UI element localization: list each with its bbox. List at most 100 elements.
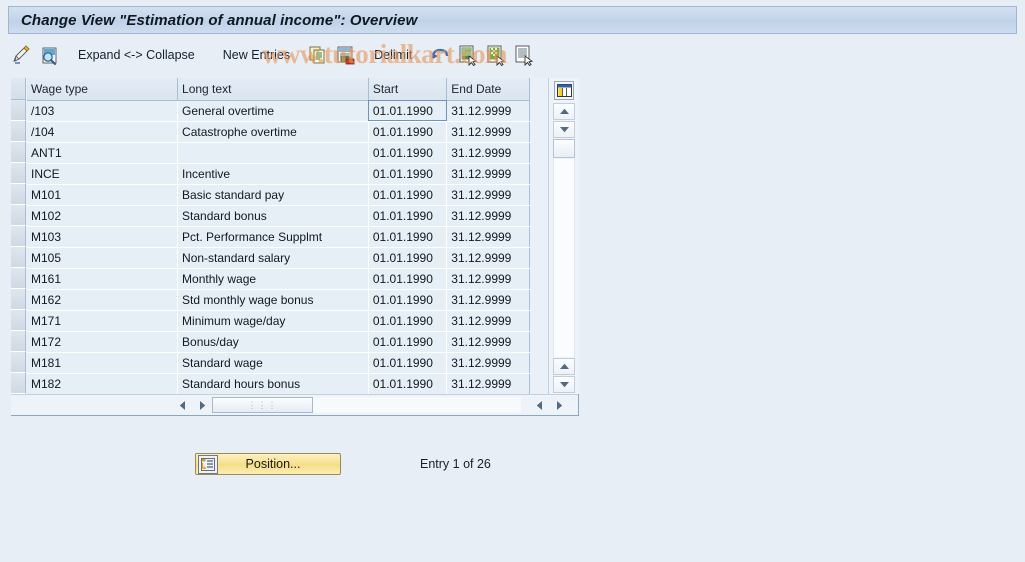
- cell-long-text[interactable]: Bonus/day: [177, 331, 369, 353]
- table-row[interactable]: /103 General overtime 01.01.1990 31.12.9999: [27, 100, 530, 122]
- column-header-end-date[interactable]: End Date: [446, 78, 530, 101]
- cell-start-date[interactable]: 01.01.1990: [368, 268, 448, 290]
- cell-end-date[interactable]: 31.12.9999: [446, 226, 530, 248]
- other-entry-icon[interactable]: [513, 44, 535, 66]
- cell-end-date[interactable]: 31.12.9999: [446, 289, 530, 311]
- vertical-scroll-track[interactable]: [553, 159, 575, 357]
- table-row[interactable]: M181 Standard wage 01.01.1990 31.12.9999: [27, 352, 530, 374]
- cell-start-date[interactable]: 01.01.1990: [368, 331, 448, 353]
- cell-end-date[interactable]: 31.12.9999: [446, 331, 530, 353]
- row-select-button[interactable]: [11, 310, 26, 331]
- cell-end-date[interactable]: 31.12.9999: [446, 121, 530, 143]
- cell-wage-type[interactable]: M171: [27, 310, 179, 332]
- horizontal-scroll-thumb[interactable]: ⋮⋮⋮: [212, 397, 313, 413]
- row-select-button[interactable]: [11, 268, 26, 289]
- column-header-long-text[interactable]: Long text: [177, 78, 369, 101]
- scroll-left-button[interactable]: [174, 396, 190, 415]
- cell-end-date[interactable]: 31.12.9999: [446, 373, 530, 395]
- row-select-button[interactable]: [11, 184, 26, 205]
- cell-wage-type[interactable]: M162: [27, 289, 179, 311]
- cell-wage-type[interactable]: M102: [27, 205, 179, 227]
- cell-end-date[interactable]: 31.12.9999: [446, 352, 530, 374]
- undo-icon[interactable]: [429, 44, 451, 66]
- row-select-button[interactable]: [11, 121, 26, 142]
- cell-start-date[interactable]: 01.01.1990: [368, 352, 448, 374]
- cell-start-date[interactable]: 01.01.1990: [368, 373, 448, 395]
- scroll-right-button[interactable]: [194, 396, 210, 415]
- cell-long-text[interactable]: Monthly wage: [177, 268, 369, 290]
- cell-long-text[interactable]: Standard hours bonus: [177, 373, 369, 395]
- horizontal-scroll-track[interactable]: [313, 397, 521, 413]
- cell-end-date[interactable]: 31.12.9999: [446, 268, 530, 290]
- delimit-button[interactable]: Delimit: [368, 48, 418, 62]
- cell-start-date[interactable]: 01.01.1990: [368, 310, 448, 332]
- table-row[interactable]: ANT1 01.01.1990 31.12.9999: [27, 142, 530, 164]
- row-select-button[interactable]: [11, 163, 26, 184]
- table-row[interactable]: M182 Standard hours bonus 01.01.1990 31.12.…: [27, 373, 530, 395]
- row-select-button[interactable]: [11, 352, 26, 373]
- cell-end-date[interactable]: 31.12.9999: [446, 205, 530, 227]
- cell-long-text[interactable]: Non-standard salary: [177, 247, 369, 269]
- row-select-button[interactable]: [11, 247, 26, 268]
- row-select-button[interactable]: [11, 142, 26, 163]
- cell-start-date[interactable]: 01.01.1990: [368, 100, 448, 122]
- row-select-button[interactable]: [11, 100, 26, 121]
- table-vertical-scrollbar[interactable]: [548, 78, 579, 394]
- cell-long-text[interactable]: Incentive: [177, 163, 369, 185]
- cell-wage-type[interactable]: M172: [27, 331, 179, 353]
- cell-wage-type[interactable]: M161: [27, 268, 179, 290]
- display-details-magnifier-icon[interactable]: [39, 44, 61, 66]
- cell-long-text[interactable]: Catastrophe overtime: [177, 121, 369, 143]
- select-all-button[interactable]: [11, 78, 26, 100]
- table-row[interactable]: M101 Basic standard pay 01.01.1990 31.12.99…: [27, 184, 530, 206]
- cell-start-date[interactable]: 01.01.1990: [368, 247, 448, 269]
- cell-long-text[interactable]: Minimum wage/day: [177, 310, 369, 332]
- cell-end-date[interactable]: 31.12.9999: [446, 310, 530, 332]
- cell-wage-type[interactable]: M181: [27, 352, 179, 374]
- cell-long-text[interactable]: Standard wage: [177, 352, 369, 374]
- cell-wage-type[interactable]: M101: [27, 184, 179, 206]
- scroll-page-up-button[interactable]: [553, 358, 575, 375]
- table-row[interactable]: M102 Standard bonus 01.01.1990 31.12.9999: [27, 205, 530, 227]
- new-entries-button[interactable]: New Entries: [217, 48, 296, 62]
- table-row[interactable]: M172 Bonus/day 01.01.1990 31.12.9999: [27, 331, 530, 353]
- cell-end-date[interactable]: 31.12.9999: [446, 163, 530, 185]
- table-row[interactable]: M162 Std monthly wage bonus 01.01.1990 31.1…: [27, 289, 530, 311]
- cell-end-date[interactable]: 31.12.9999: [446, 100, 530, 122]
- cell-long-text[interactable]: Std monthly wage bonus: [177, 289, 369, 311]
- table-row[interactable]: M103 Pct. Performance Supplmt 01.01.1990 31…: [27, 226, 530, 248]
- row-select-button[interactable]: [11, 205, 26, 226]
- cell-long-text[interactable]: Pct. Performance Supplmt: [177, 226, 369, 248]
- table-row[interactable]: /104 Catastrophe overtime 01.01.1990 31.12.…: [27, 121, 530, 143]
- table-row[interactable]: M105 Non-standard salary 01.01.1990 31.12.9…: [27, 247, 530, 269]
- column-header-start[interactable]: Start: [368, 78, 448, 101]
- display-change-pencil-icon[interactable]: [11, 44, 33, 66]
- cell-long-text[interactable]: Basic standard pay: [177, 184, 369, 206]
- table-horizontal-scrollbar[interactable]: ⋮⋮⋮: [11, 394, 578, 415]
- position-button[interactable]: Position...: [195, 453, 341, 475]
- cell-start-date[interactable]: 01.01.1990: [368, 142, 448, 164]
- cell-long-text[interactable]: General overtime: [177, 100, 369, 122]
- table-row[interactable]: M171 Minimum wage/day 01.01.1990 31.12.9999: [27, 310, 530, 332]
- cell-start-date[interactable]: 01.01.1990: [368, 184, 448, 206]
- previous-entry-icon[interactable]: [457, 44, 479, 66]
- cell-start-date[interactable]: 01.01.1990: [368, 289, 448, 311]
- cell-start-date[interactable]: 01.01.1990: [368, 163, 448, 185]
- table-row[interactable]: M161 Monthly wage 01.01.1990 31.12.9999: [27, 268, 530, 290]
- cell-wage-type[interactable]: ANT1: [27, 142, 179, 164]
- column-header-wage-type[interactable]: Wage type: [27, 78, 179, 101]
- cell-end-date[interactable]: 31.12.9999: [446, 184, 530, 206]
- cell-start-date[interactable]: 01.01.1990: [368, 205, 448, 227]
- cell-wage-type[interactable]: /104: [27, 121, 179, 143]
- cell-wage-type[interactable]: /103: [27, 100, 179, 122]
- row-select-button[interactable]: [11, 373, 26, 394]
- cell-long-text[interactable]: Standard bonus: [177, 205, 369, 227]
- cell-start-date[interactable]: 01.01.1990: [368, 226, 448, 248]
- cell-end-date[interactable]: 31.12.9999: [446, 142, 530, 164]
- scroll-right-outer-button[interactable]: [551, 396, 567, 415]
- scroll-up-button[interactable]: [553, 103, 575, 120]
- row-select-button[interactable]: [11, 226, 26, 247]
- row-select-button[interactable]: [11, 331, 26, 352]
- cell-wage-type[interactable]: M103: [27, 226, 179, 248]
- cell-end-date[interactable]: 31.12.9999: [446, 247, 530, 269]
